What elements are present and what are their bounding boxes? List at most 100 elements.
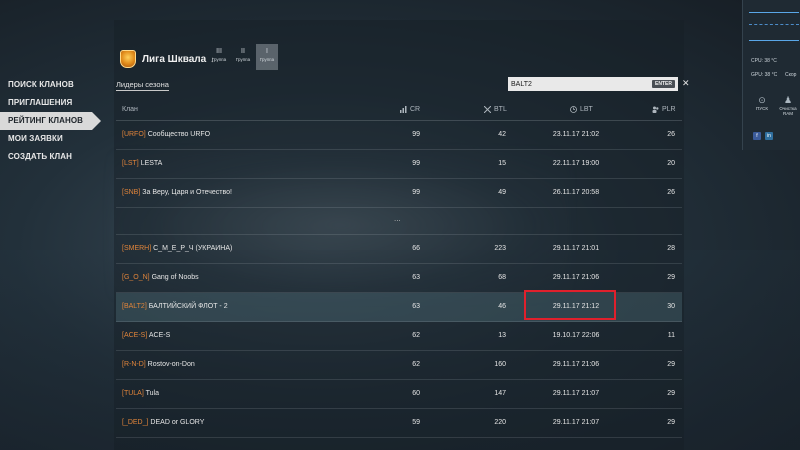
cr-value: 99	[412, 189, 420, 196]
table-row[interactable]: [_DED_] DEAD or GLORY 59 220 29.11.17 21…	[116, 409, 682, 438]
gpu-temperature: GPU: 38 °C	[751, 72, 778, 78]
plr-value: 20	[667, 160, 675, 167]
clan-tag[interactable]: [TULA]	[122, 390, 144, 397]
facebook-icon[interactable]: f	[753, 132, 761, 140]
plr-value: 30	[667, 303, 675, 310]
clear-ram-button[interactable]: ♟ Очистка RAM	[775, 95, 800, 116]
clock-icon	[570, 106, 577, 113]
btl-value: 160	[494, 361, 506, 368]
linkedin-icon[interactable]: in	[765, 132, 773, 140]
table-row[interactable]: [TULA] Tula 60 147 29.11.17 21:07 29	[116, 380, 682, 409]
cpu-graph-line	[749, 24, 799, 25]
players-icon	[652, 106, 659, 113]
clan-tag[interactable]: [_DED_]	[122, 419, 148, 426]
table-row[interactable]: [SNB] За Веру, Царя и Отечество! 99 49 2…	[116, 179, 682, 208]
cr-value: 99	[412, 160, 420, 167]
tab-season-leaders[interactable]: Лидеры сезона	[116, 80, 169, 91]
system-monitor-widget: CPU: 38 °C GPU: 38 °C Скор ⊙ ПУСК ♟ Очис…	[742, 0, 800, 150]
group-number: II	[241, 48, 245, 55]
table-row[interactable]: [ACE-S] ACE-S 62 13 19.10.17 22:06 11	[116, 322, 682, 351]
crossed-swords-icon	[484, 106, 491, 113]
cr-value: 59	[412, 419, 420, 426]
cr-value: 63	[412, 274, 420, 281]
search-icon: ⊙	[758, 95, 766, 105]
enter-key-hint[interactable]: ENTER	[652, 80, 675, 88]
table-row[interactable]: [URFO] Сообщество URFO 99 42 23.11.17 21…	[116, 121, 682, 150]
clan-name: Gang of Noobs	[151, 274, 199, 281]
nav-item-create-clan[interactable]: СОЗДАТЬ КЛАН	[0, 148, 100, 166]
column-header-plr-label: PLR	[662, 106, 676, 113]
table-row[interactable]: [G_O_N] Gang of Noobs 63 68 29.11.17 21:…	[116, 264, 682, 293]
clan-name: Сообщество URFO	[147, 131, 211, 138]
launch-button[interactable]: ⊙ ПУСК	[749, 95, 775, 111]
group-label: Группа	[259, 57, 275, 62]
nav-item-invitations[interactable]: ПРИГЛАШЕНИЯ	[0, 94, 100, 112]
clan-tag[interactable]: [URFO]	[122, 131, 146, 138]
clan-cell: [SMERH] С_М_Е_Р_Ч (УКРАИНА)	[122, 245, 232, 252]
btl-value: 46	[498, 303, 506, 310]
clan-name: С_М_Е_Р_Ч (УКРАИНА)	[153, 245, 233, 252]
plr-value: 26	[667, 189, 675, 196]
group-2-button[interactable]: II Группа	[232, 44, 254, 70]
clan-cell: [LST] LESTA	[122, 160, 162, 167]
lbt-value: 22.11.17 19:00	[552, 160, 600, 167]
group-1-button[interactable]: I Группа	[256, 44, 278, 70]
lbt-value: 23.11.17 21:02	[552, 131, 600, 138]
btl-value: 68	[498, 274, 506, 281]
column-header-lbt[interactable]: LBT	[570, 106, 593, 113]
clan-tag[interactable]: [SMERH]	[122, 245, 151, 252]
lbt-value: 29.11.17 21:01	[552, 245, 600, 252]
lbt-value: 26.11.17 20:58	[552, 189, 600, 196]
table-row[interactable]: [LST] LESTA 99 15 22.11.17 19:00 20	[116, 150, 682, 179]
clan-tag[interactable]: [SNB]	[122, 189, 140, 196]
clan-search-field[interactable]: BALT2 ENTER	[508, 77, 678, 91]
clan-cell: [BALT2] БАЛТИЙСКИЙ ФЛОТ - 2	[122, 303, 228, 310]
clan-tag[interactable]: [ACE-S]	[122, 332, 147, 339]
gpu-speed-label: Скор	[785, 72, 797, 78]
league-shield-icon	[120, 50, 136, 68]
clan-cell: [R-N-D] Rostov-on-Don	[122, 361, 195, 368]
group-label: Группа	[211, 57, 227, 62]
lbt-value: 29.11.17 21:12	[552, 303, 600, 310]
clan-name: ACE-S	[148, 332, 171, 339]
gpu-graph-line	[749, 40, 799, 41]
clan-name: БАЛТИЙСКИЙ ФЛОТ - 2	[148, 303, 228, 310]
cr-value: 60	[412, 390, 420, 397]
table-row[interactable]: [R-N-D] Rostov-on-Don 62 160 29.11.17 21…	[116, 351, 682, 380]
lbt-value: 19.10.17 22:06	[552, 332, 600, 339]
lbt-value: 29.11.17 21:07	[552, 390, 600, 397]
column-header-btl[interactable]: BTL	[484, 106, 507, 113]
clan-cell: [SNB] За Веру, Царя и Отечество!	[122, 189, 232, 196]
clan-tag[interactable]: [LST]	[122, 160, 139, 167]
clan-tag[interactable]: [BALT2]	[122, 303, 147, 310]
league-selector[interactable]: Лига Шквала ↓	[120, 50, 214, 68]
table-row-ellipsis: ...	[116, 208, 682, 235]
column-header-plr[interactable]: PLR	[652, 106, 676, 113]
search-close-icon[interactable]: ✕	[682, 78, 690, 89]
clan-name: Rostov-on-Don	[147, 361, 195, 368]
clan-cell: [ACE-S] ACE-S	[122, 332, 170, 339]
btl-value: 220	[494, 419, 506, 426]
clan-search-input[interactable]: BALT2	[508, 81, 652, 88]
group-3-button[interactable]: III Группа	[208, 44, 230, 70]
group-number: I	[266, 48, 268, 55]
clan-cell: [TULA] Tula	[122, 390, 159, 397]
clan-name: Tula	[145, 390, 159, 397]
column-header-clan[interactable]: Клан	[122, 106, 138, 113]
column-header-clan-label: Клан	[122, 106, 138, 113]
clan-tag[interactable]: [R-N-D]	[122, 361, 146, 368]
clan-tag[interactable]: [G_O_N]	[122, 274, 150, 281]
nav-item-clan-rating[interactable]: РЕЙТИНГ КЛАНОВ	[0, 112, 101, 130]
column-header-cr[interactable]: CR	[400, 106, 420, 113]
group-number: III	[216, 48, 222, 55]
group-switcher: III Группа II Группа I Группа	[208, 44, 280, 70]
nav-item-my-requests[interactable]: МОИ ЗАЯВКИ	[0, 130, 100, 148]
nav-item-clan-search[interactable]: ПОИСК КЛАНОВ	[0, 76, 100, 94]
table-row[interactable]: [SMERH] С_М_Е_Р_Ч (УКРАИНА) 66 223 29.11…	[116, 235, 682, 264]
broom-icon: ♟	[783, 95, 793, 105]
cr-value: 66	[412, 245, 420, 252]
plr-value: 26	[667, 131, 675, 138]
table-row-highlighted[interactable]: [BALT2] БАЛТИЙСКИЙ ФЛОТ - 2 63 46 29.11.…	[116, 293, 682, 322]
clan-cell: [URFO] Сообщество URFO	[122, 131, 210, 138]
clan-nav-menu: ПОИСК КЛАНОВ ПРИГЛАШЕНИЯ РЕЙТИНГ КЛАНОВ …	[0, 76, 101, 166]
